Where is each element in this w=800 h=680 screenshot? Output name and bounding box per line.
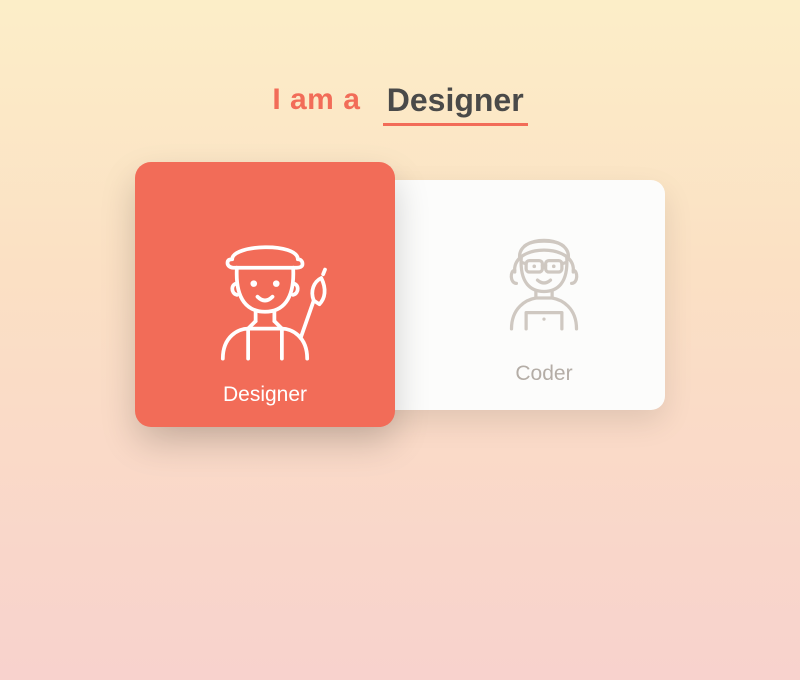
selected-role-underline: Designer (383, 82, 528, 126)
coder-icon (464, 192, 624, 352)
role-selector: Designer (135, 162, 665, 432)
heading: I am a Designer (0, 80, 800, 124)
artist-icon (185, 213, 345, 373)
heading-prefix: I am a (272, 83, 360, 116)
card-label: Designer (223, 383, 307, 407)
option-card-coder[interactable]: Coder (425, 184, 663, 406)
card-label: Coder (515, 362, 572, 386)
selected-role-text: Designer (387, 82, 524, 118)
option-card-designer[interactable]: Designer (135, 162, 395, 427)
